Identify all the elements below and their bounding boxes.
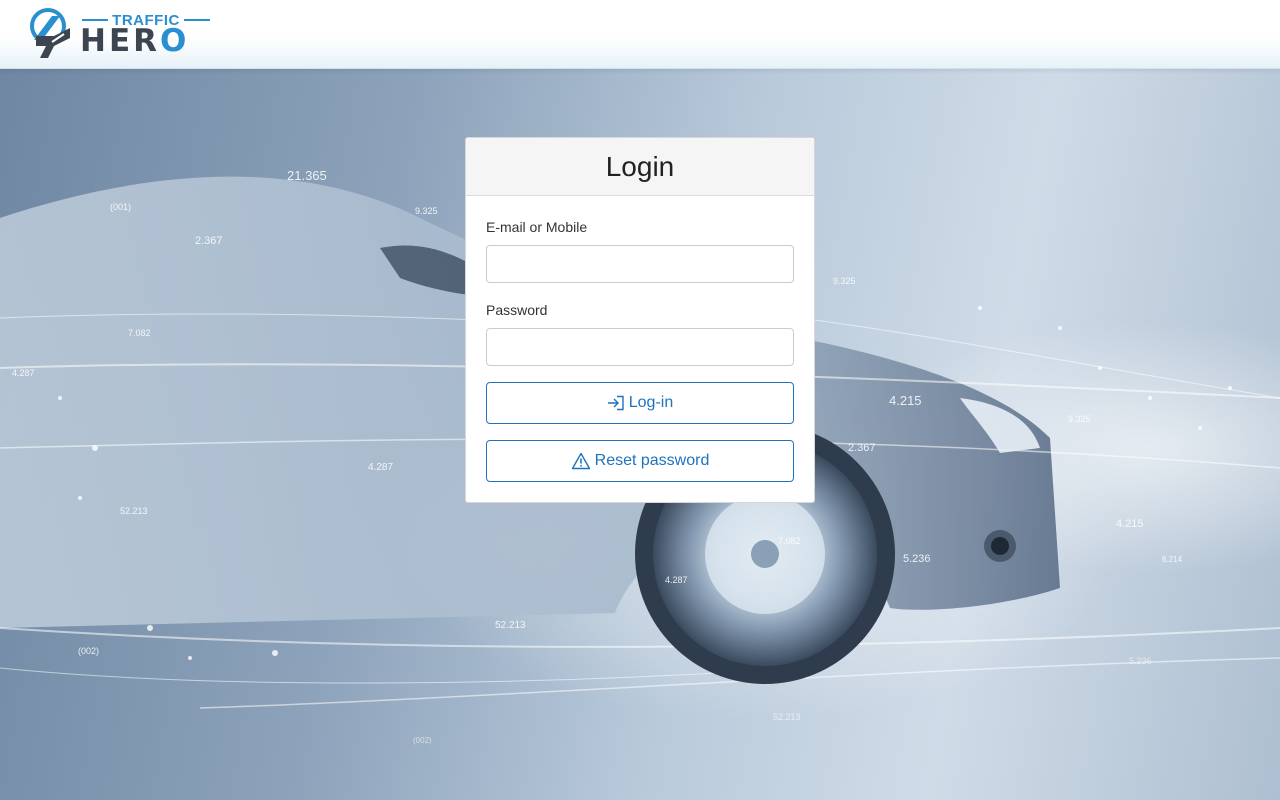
bg-number: 4.215 [1116,518,1144,530]
email-field[interactable] [486,245,794,283]
bg-number: 52.213 [773,712,801,722]
bg-number: (002) [78,646,99,656]
header-bar: TRAFFIC HERO [0,0,1280,69]
bg-number: 52.213 [120,506,148,516]
bg-number: 9.325 [1068,414,1091,424]
bg-number: 7.082 [128,328,151,338]
password-label: Password [486,302,548,318]
bg-number: (001) [110,202,131,212]
bg-number: 2.367 [195,235,223,247]
password-field[interactable] [486,328,794,366]
bg-number: 5.236 [1129,656,1152,666]
reset-password-label: Reset password [594,452,710,469]
warning-triangle-icon [571,452,590,470]
login-panel-header: Login [466,138,814,196]
login-button-label: Log-in [628,394,674,411]
bg-number: 9.325 [833,276,856,286]
login-title: Login [605,150,675,182]
bg-number: (002) [413,736,432,745]
email-label: E-mail or Mobile [486,219,588,235]
bg-number: 7.082 [778,536,801,546]
bg-number: 52.213 [495,620,526,631]
traffic-hero-logo[interactable]: TRAFFIC HERO [30,8,212,60]
bg-number: 5.236 [903,553,931,565]
sign-in-icon [607,395,624,411]
bg-number: 4.287 [368,462,393,473]
logo-main-o: O [160,23,190,59]
bg-number: 4.287 [12,368,35,378]
login-panel: Login E-mail or Mobile Password Log-in R… [465,137,815,503]
logo-main-text: HERO [80,24,189,58]
bg-number: 6.214 [1162,555,1183,564]
login-form: E-mail or Mobile Password Log-in Reset p… [466,196,814,482]
reset-password-button[interactable]: Reset password [486,440,794,482]
bg-number: 9.325 [415,206,438,216]
bg-number: 2.367 [848,442,876,454]
login-button[interactable]: Log-in [486,382,794,424]
logo-road-icon [30,8,70,58]
logo-main-prefix: HER [80,23,160,59]
bg-number: 4.215 [889,393,922,408]
bg-number: 4.287 [665,575,688,585]
bg-number: 21.365 [287,168,327,183]
